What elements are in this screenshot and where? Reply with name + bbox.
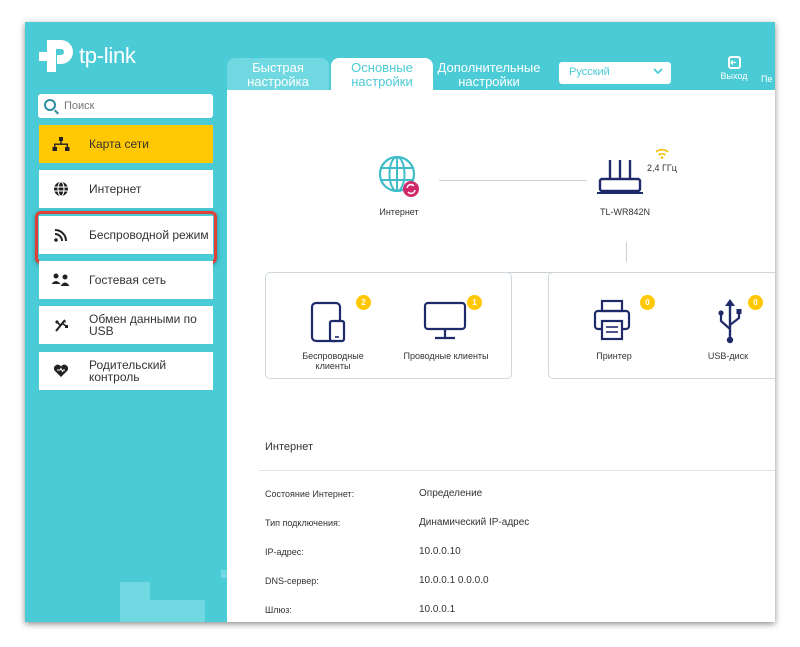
decorative-block	[150, 600, 205, 622]
tab-advanced-settings[interactable]: Дополнительные настройки	[435, 58, 543, 90]
usb-disk-label: USB-диск	[707, 351, 749, 361]
language-select[interactable]: Русский	[559, 62, 671, 84]
internet-section-title: Интернет	[265, 441, 313, 453]
sidebar-item-guest-network[interactable]: Гостевая сеть	[39, 261, 213, 299]
main-content: Интернет 2,4 ГГц TL-WR842N 2 Беспроводны…	[227, 90, 775, 622]
wired-clients-label: Проводные клиенты	[403, 351, 489, 361]
printer-item[interactable]: 0 Принтер	[549, 273, 669, 380]
router-model-label: TL-WR842N	[599, 207, 650, 217]
wired-clients-item[interactable]: 1 Проводные клиенты	[391, 273, 511, 380]
wireless-clients-label: Беспроводные клиенты	[302, 351, 364, 371]
sidebar-item-label: Обмен данными по USB	[89, 312, 197, 338]
search-box	[38, 94, 213, 118]
info-label: Шлюз:	[265, 605, 292, 615]
search-icon	[44, 99, 56, 111]
heart-icon	[51, 364, 71, 378]
logout-icon	[727, 56, 741, 69]
wired-clients-count-badge: 1	[467, 295, 482, 310]
tp-link-logo-icon	[39, 36, 77, 76]
brand-name: tp-link	[79, 43, 136, 68]
wifi-signal-icon	[655, 146, 669, 164]
info-value: 10.0.0.10	[419, 546, 461, 557]
band-label: 2,4 ГГц	[647, 163, 677, 173]
sidebar-item-usb-sharing[interactable]: Обмен данными по USB	[39, 306, 213, 344]
chevron-down-icon	[653, 65, 663, 80]
printer-label: Принтер	[596, 351, 632, 361]
info-label: IP-адрес:	[265, 547, 304, 557]
search-input[interactable]	[64, 97, 204, 115]
info-label: Состояние Интернет:	[265, 489, 355, 499]
info-label: Тип подключения:	[265, 518, 341, 528]
guest-icon	[51, 273, 71, 287]
sidebar-item-label: Интернет	[89, 182, 142, 196]
clients-card: 2 Беспроводные клиенты 1 Проводные клиен…	[265, 272, 512, 379]
sidebar-item-internet[interactable]: Интернет	[39, 170, 213, 208]
usb-disk-count-badge: 0	[748, 295, 763, 310]
tab-basic-settings[interactable]: Основные настройки	[331, 58, 433, 90]
info-label: DNS-сервер:	[265, 576, 319, 586]
logout-label: Выход	[720, 71, 748, 81]
sidebar-item-parental-control[interactable]: Родительский контроль	[39, 352, 213, 390]
info-value: Динамический IP-адрес	[419, 517, 530, 528]
decorative-block	[120, 582, 150, 622]
internet-node[interactable]	[377, 154, 427, 214]
router-icon	[597, 160, 643, 194]
internet-globe-icon	[378, 155, 419, 197]
usb-disk-item[interactable]: 0 USB-диск	[674, 273, 775, 380]
usb-devices-card: 0 Принтер 0 USB-диск	[548, 272, 775, 379]
info-value: 10.0.0.1 0.0.0.0	[419, 575, 489, 586]
network-map-icon	[51, 137, 71, 151]
header-cutoff-label[interactable]: Пе	[761, 74, 772, 84]
internet-node-label: Интернет	[379, 207, 419, 217]
usb-share-icon	[51, 317, 71, 333]
router-admin-window: tp-link Быстрая настройка Основные настр…	[25, 22, 775, 622]
connection-line	[439, 180, 587, 181]
usb-icon	[718, 299, 742, 344]
highlight-frame	[35, 211, 217, 264]
language-selected-value: Русский	[569, 66, 610, 78]
printer-icon	[593, 299, 631, 341]
printer-count-badge: 0	[640, 295, 655, 310]
connection-line	[626, 242, 627, 262]
sidebar-item-label: Карта сети	[89, 137, 149, 151]
info-value: Определение	[419, 488, 483, 499]
globe-icon	[51, 181, 71, 197]
wireless-clients-item[interactable]: 2 Беспроводные клиенты	[266, 273, 386, 380]
router-node[interactable]	[597, 150, 657, 200]
section-divider	[259, 470, 775, 471]
sidebar-item-label: Гостевая сеть	[89, 273, 167, 287]
monitor-icon	[423, 301, 467, 340]
info-value: 10.0.0.1	[419, 604, 456, 615]
wireless-clients-icon	[310, 301, 346, 343]
wireless-clients-count-badge: 2	[356, 295, 371, 310]
tab-quick-setup[interactable]: Быстрая настройка	[227, 58, 329, 90]
tp-link-logo: tp-link	[39, 36, 136, 76]
sidebar-item-label: Родительский контроль	[89, 358, 167, 384]
sidebar-item-network-map[interactable]: Карта сети	[39, 125, 213, 163]
logout-button[interactable]: Выход	[717, 56, 751, 81]
